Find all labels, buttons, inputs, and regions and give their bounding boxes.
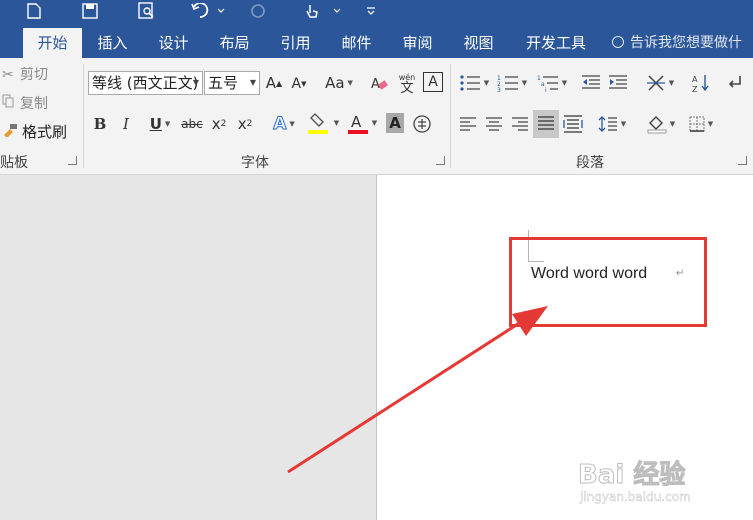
watermark-logo: Bai 经验 [577, 460, 686, 491]
annotation-arrow [287, 306, 548, 474]
watermark-url: jingyan.baidu.com [580, 490, 691, 504]
baidu-jingyan-watermark: Bai 经验 jingyan.baidu.com [577, 452, 753, 512]
